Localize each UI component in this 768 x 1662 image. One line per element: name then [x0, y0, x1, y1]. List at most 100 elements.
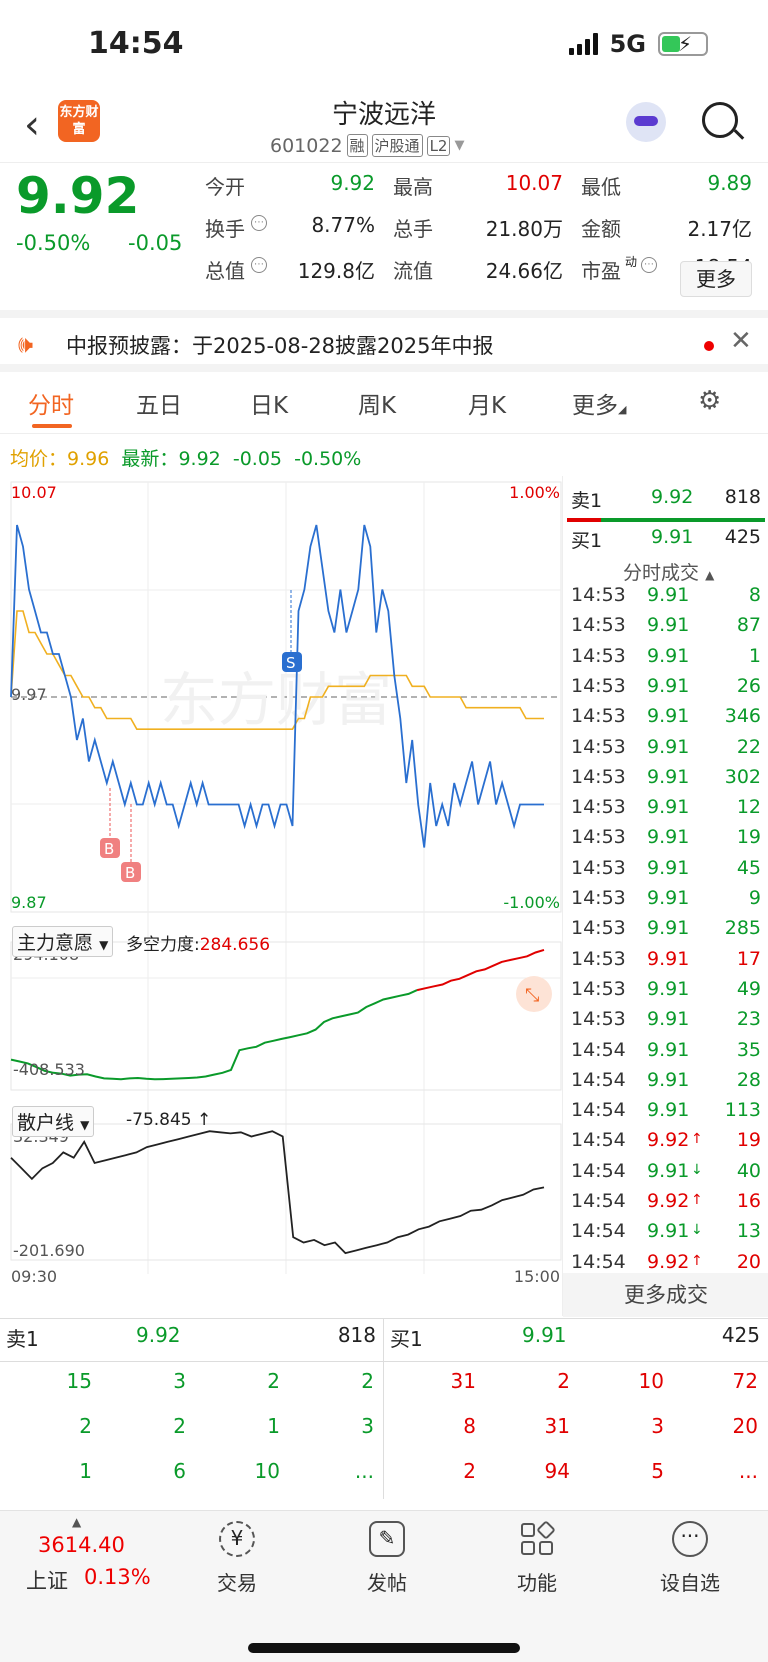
avg-value: 9.96 — [67, 448, 110, 470]
yen-cycle-icon: ¥ — [219, 1521, 255, 1557]
tick-price: 9.91 — [647, 977, 690, 1000]
stock-code-row[interactable]: 601022 融 沪股通 L2 ▼ — [270, 134, 464, 157]
indicator2-line — [10, 1130, 545, 1255]
tick-row: 14:53 9.91 8 — [571, 584, 761, 614]
tick-price: 9.91 — [647, 1099, 690, 1122]
tick-row: 14:53 9.91 87 — [571, 614, 761, 644]
edit-icon: ✎ — [369, 1521, 405, 1557]
nav-post[interactable]: ✎ 发帖 — [342, 1521, 432, 1596]
tick-row: 14:53 9.91 17 — [571, 948, 761, 978]
buy-marker[interactable]: B — [121, 804, 141, 882]
quote-label: 换手 — [205, 217, 245, 241]
tick-price: 9.91 — [647, 1008, 690, 1031]
nav-functions[interactable]: 功能 — [492, 1520, 582, 1596]
buy-price: 9.91 — [522, 1323, 567, 1347]
buy-order-cell: 5 — [651, 1459, 664, 1483]
tab-monthly-k[interactable]: 月K — [468, 386, 506, 420]
tick-time: 14:53 — [571, 674, 626, 697]
sell-order-cell: 15 — [66, 1369, 92, 1393]
tab-weekly-k[interactable]: 周K — [358, 386, 396, 420]
more-deals-button[interactable]: 更多成交 — [563, 1273, 768, 1317]
tick-time: 14:54 — [571, 1099, 626, 1122]
tick-time: 14:54 — [571, 1038, 626, 1061]
nav-add-watchlist[interactable]: ··· 设自选 — [645, 1521, 735, 1596]
pct-max-label: 1.00% — [509, 483, 560, 502]
tab-intraday[interactable]: 分时 — [28, 386, 74, 420]
tick-price: 9.91 — [647, 1220, 690, 1243]
close-icon[interactable]: ✕ — [730, 326, 752, 356]
buy-order-cell: 8 — [463, 1414, 476, 1438]
tab-more-label: 更多 — [572, 393, 618, 419]
chart-tabs: 分时 五日 日K 周K 月K 更多◢ ⚙ — [0, 372, 768, 434]
sell-order-cell: 2 — [173, 1414, 186, 1438]
sell-marker[interactable]: S — [282, 590, 302, 672]
quote-value: 9.92 — [330, 171, 375, 195]
tick-time: 14:53 — [571, 826, 626, 849]
nav-trade-label: 交易 — [217, 1571, 257, 1595]
chart-area[interactable]: 东方财富 10.07 9.97 9.87 1.00% -1.00% S B B … — [0, 470, 562, 1290]
tick-time: 14:53 — [571, 614, 626, 637]
tick-time: 14:53 — [571, 977, 626, 1000]
status-bar: 14:54 5G ⚡ — [0, 0, 768, 92]
tick-volume: 16 — [736, 1190, 761, 1212]
quote-label: 总值 — [205, 259, 245, 283]
buy-marker[interactable]: B — [100, 788, 120, 858]
tick-price: 9.92 — [647, 1129, 690, 1152]
help-icon[interactable]: ⋯ — [251, 215, 267, 231]
tick-price: 9.91 — [647, 1038, 690, 1061]
buy-order-cell: 31 — [450, 1369, 476, 1393]
unread-dot — [704, 341, 714, 351]
y-max-label: 10.07 — [11, 483, 57, 502]
tab-five-day[interactable]: 五日 — [136, 386, 182, 420]
last-value: 9.92 — [178, 448, 221, 470]
tick-time: 14:53 — [571, 947, 626, 970]
buy-marker-label: B — [125, 864, 135, 882]
quote-value: 8.77% — [311, 213, 375, 237]
nav-functions-label: 功能 — [517, 1571, 557, 1595]
change-percent: -0.50% — [16, 231, 91, 255]
more-button[interactable]: 更多 — [680, 261, 752, 297]
intraday-chart[interactable]: 东方财富 10.07 9.97 9.87 1.00% -1.00% S B B … — [0, 470, 562, 1290]
speaker-icon: 🕪 — [18, 330, 34, 358]
help-icon[interactable]: ⋯ — [251, 257, 267, 273]
notice-bar[interactable]: 🕪 中报预披露：于2025-08-28披露2025年中报 ✕ — [0, 310, 768, 372]
search-icon[interactable] — [702, 102, 738, 138]
tick-row: 14:54 9.92 ↑ 19 — [571, 1129, 761, 1159]
nav-post-label: 发帖 — [367, 1571, 407, 1595]
caret-up-icon: ▲ — [705, 568, 715, 582]
last-label: 最新： — [121, 448, 179, 470]
indicator1-value: 284.656 — [199, 935, 271, 955]
tab-more[interactable]: 更多◢ — [572, 386, 626, 420]
assistant-robot-icon[interactable] — [626, 102, 666, 142]
quote-value: 10.07 — [505, 171, 563, 195]
sell-order-cell: 10 — [254, 1459, 280, 1483]
sell-detail-row: 2 2 1 3 — [0, 1414, 384, 1458]
help-icon[interactable]: ⋯ — [641, 257, 657, 273]
indicator1-min: -408.533 — [13, 1060, 85, 1079]
ask1-volume: 818 — [724, 486, 761, 508]
sell-label: 卖1 — [6, 1327, 39, 1351]
tick-row: 14:54 9.92 ↑ 16 — [571, 1190, 761, 1220]
indicator1-dropdown[interactable]: 主力意愿 ▼ — [12, 926, 114, 957]
indicator2-min: -201.690 — [13, 1241, 85, 1260]
tick-price: 9.91 — [647, 856, 690, 879]
last-pct: -0.50% — [294, 448, 362, 470]
watermark: 东方财富 — [160, 666, 392, 734]
tick-row: 14:54 9.91 35 — [571, 1039, 761, 1069]
tick-price: 9.92 — [647, 1250, 690, 1273]
tab-daily-k[interactable]: 日K — [250, 386, 288, 420]
change-amount: -0.05 — [128, 231, 183, 255]
expand-arrows: ⤡ — [525, 985, 539, 1006]
tick-volume: 113 — [724, 1099, 761, 1122]
depth-separator — [384, 1361, 768, 1362]
ticks-header[interactable]: 分时成交 ▲ — [623, 558, 714, 585]
indicator2-dropdown[interactable]: 散户线 ▼ — [12, 1106, 95, 1137]
gear-icon[interactable]: ⚙ — [698, 386, 721, 416]
tick-volume: 17 — [736, 947, 761, 970]
tick-volume: 40 — [736, 1159, 761, 1182]
quote-panel: 9.92 -0.50% -0.05 今开 9.92 最高 10.07 最低 9.89 换手 ⋯… — [0, 162, 768, 307]
bid1-volume: 425 — [724, 526, 761, 548]
tick-time: 14:53 — [571, 705, 626, 728]
nav-trade[interactable]: ¥ 交易 — [192, 1521, 282, 1596]
buy-order-cell: 3 — [651, 1414, 664, 1438]
